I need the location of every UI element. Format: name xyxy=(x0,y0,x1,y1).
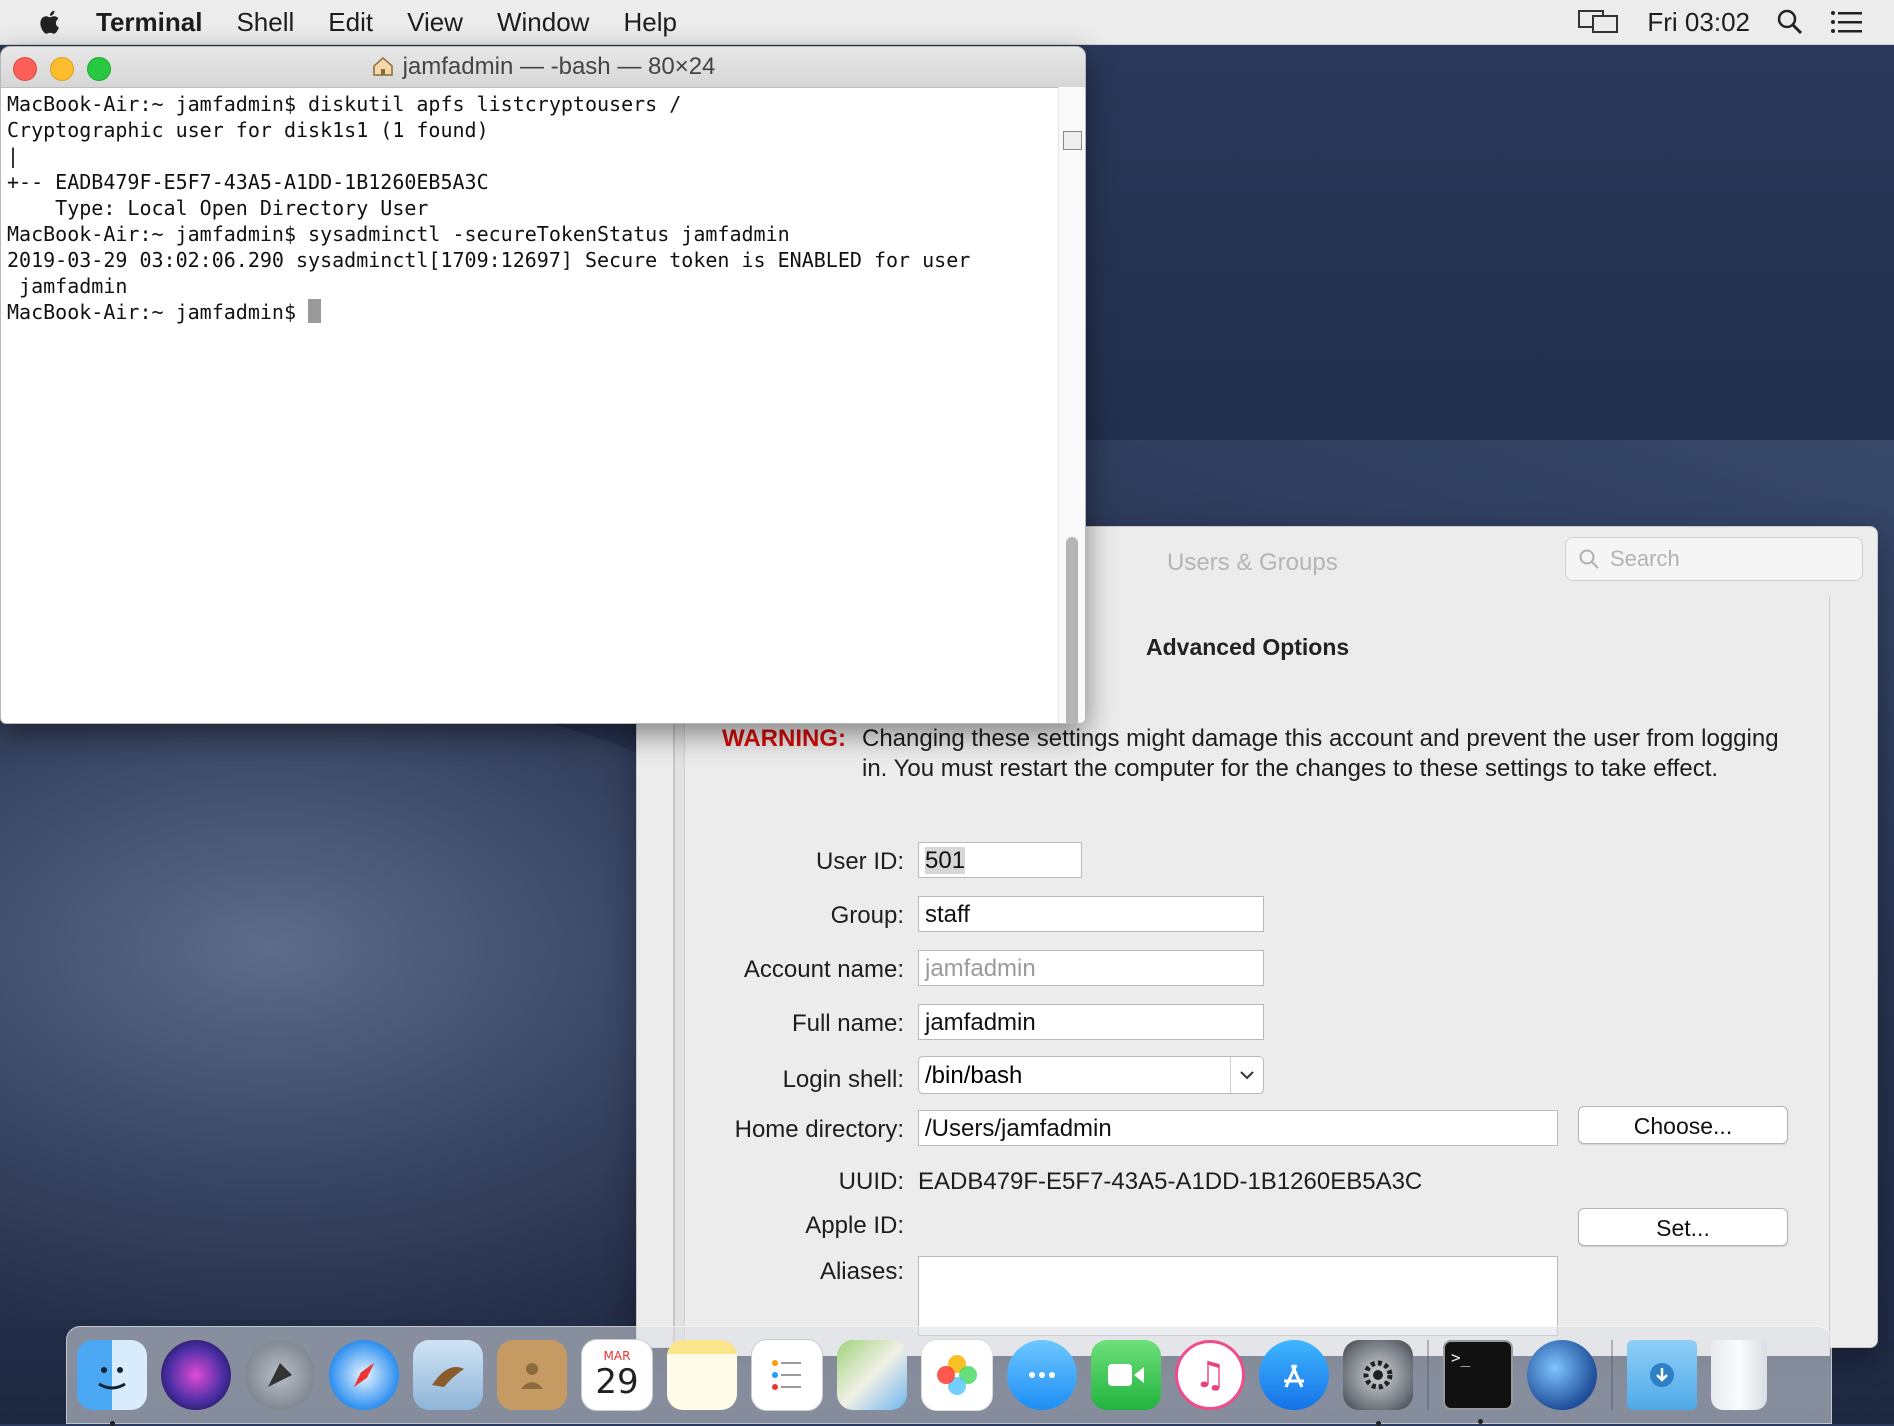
terminal-line: 2019-03-29 03:02:06.290 sysadminctl[1709… xyxy=(7,248,971,272)
full-name-label: Full name: xyxy=(791,1010,904,1037)
search-icon xyxy=(1579,549,1599,569)
trash-icon[interactable] xyxy=(1711,1340,1767,1410)
menu-help[interactable]: Help xyxy=(623,7,676,38)
calendar-month: MAR xyxy=(603,1349,631,1363)
aliases-list[interactable] xyxy=(918,1256,1558,1336)
dock-separator xyxy=(1427,1340,1429,1410)
home-directory-label: Home directory: xyxy=(734,1116,904,1143)
spotlight-search-icon[interactable] xyxy=(1776,8,1804,36)
display-mirror-icon[interactable] xyxy=(1577,8,1621,36)
dock: MAR 29 ♫ >_ xyxy=(66,1326,1832,1426)
calendar-icon[interactable]: MAR 29 xyxy=(581,1339,653,1411)
search-field[interactable]: Search xyxy=(1565,537,1863,581)
menu-window[interactable]: Window xyxy=(497,7,589,38)
group-field[interactable]: staff xyxy=(918,896,1264,932)
login-shell-select[interactable]: /bin/bash xyxy=(918,1056,1264,1094)
system-preferences-icon[interactable] xyxy=(1343,1340,1413,1426)
chevron-down-icon xyxy=(1230,1057,1263,1093)
downloads-folder-icon[interactable] xyxy=(1627,1340,1697,1410)
login-shell-value: /bin/bash xyxy=(925,1062,1023,1089)
user-id-label: User ID: xyxy=(815,848,904,875)
warning-text: Changing these settings might damage thi… xyxy=(862,725,1779,782)
terminal-line: +-- EADB479F-E5F7-43A5-A1DD-1B1260EB5A3C xyxy=(7,170,489,194)
menu-shell[interactable]: Shell xyxy=(236,7,294,38)
terminal-line: | xyxy=(7,144,20,168)
account-name-field[interactable]: jamfadmin xyxy=(918,950,1264,986)
terminal-prompt-line: MacBook-Air:~ jamfadmin$ xyxy=(7,299,1055,325)
menu-terminal[interactable]: Terminal xyxy=(96,7,202,38)
terminal-line: MacBook-Air:~ jamfadmin$ diskutil apfs l… xyxy=(7,92,682,116)
search-placeholder: Search xyxy=(1610,546,1680,571)
menu-bar: Terminal Shell Edit View Window Help Fri… xyxy=(0,0,1894,45)
text-cursor xyxy=(308,299,322,323)
uuid-value: EADB479F-E5F7-43A5-A1DD-1B1260EB5A3C xyxy=(918,1168,1423,1195)
user-id-field[interactable]: 501 xyxy=(918,842,1082,878)
messages-icon[interactable] xyxy=(1007,1340,1077,1410)
home-folder-icon xyxy=(372,56,393,76)
maps-icon[interactable] xyxy=(837,1340,907,1410)
terminal-title: jamfadmin — -bash — 80×24 xyxy=(1,53,1085,81)
contacts-icon[interactable] xyxy=(497,1340,567,1410)
siri-icon[interactable] xyxy=(161,1340,231,1410)
choose-button[interactable]: Choose... xyxy=(1578,1106,1788,1144)
apple-icon[interactable] xyxy=(36,7,66,37)
terminal-output[interactable]: MacBook-Air:~ jamfadmin$ diskutil apfs l… xyxy=(7,91,1055,723)
itunes-icon[interactable]: ♫ xyxy=(1175,1340,1245,1410)
terminal-glyph: >_ xyxy=(1451,1348,1471,1367)
window-title: Users & Groups xyxy=(1167,549,1338,576)
warning-label: WARNING: xyxy=(722,725,846,752)
set-apple-id-button[interactable]: Set... xyxy=(1578,1208,1788,1246)
full-name-field[interactable]: jamfadmin xyxy=(918,1004,1264,1040)
terminal-title-text: jamfadmin — -bash — 80×24 xyxy=(402,53,716,80)
group-label: Group: xyxy=(830,902,904,929)
dock-separator xyxy=(1611,1340,1613,1410)
mail-icon[interactable] xyxy=(413,1340,483,1410)
account-name-label: Account name: xyxy=(743,956,904,983)
terminal-prompt: MacBook-Air:~ jamfadmin$ xyxy=(7,300,309,324)
finder-icon[interactable] xyxy=(77,1340,147,1426)
notification-center-icon[interactable] xyxy=(1830,9,1864,35)
notes-icon[interactable] xyxy=(667,1340,737,1410)
split-pane-icon[interactable] xyxy=(1063,131,1082,150)
running-indicator xyxy=(1478,1419,1483,1424)
menu-clock[interactable]: Fri 03:02 xyxy=(1647,7,1750,38)
aliases-label: Aliases: xyxy=(819,1258,904,1285)
terminal-line: jamfadmin xyxy=(7,274,128,298)
safari-icon[interactable] xyxy=(329,1340,399,1410)
photos-icon[interactable] xyxy=(921,1339,993,1411)
facetime-icon[interactable] xyxy=(1091,1340,1161,1410)
app-store-icon[interactable] xyxy=(1259,1340,1329,1410)
terminal-scrollbar[interactable] xyxy=(1058,87,1085,723)
terminal-window: jamfadmin — -bash — 80×24 MacBook-Air:~ … xyxy=(0,46,1086,724)
network-utility-icon[interactable] xyxy=(1527,1340,1597,1410)
launchpad-icon[interactable] xyxy=(245,1340,315,1410)
apple-id-label: Apple ID: xyxy=(805,1212,904,1239)
uuid-label: UUID: xyxy=(838,1168,904,1195)
reminders-icon[interactable] xyxy=(751,1339,823,1411)
terminal-line: MacBook-Air:~ jamfadmin$ sysadminctl -se… xyxy=(7,222,790,246)
login-shell-label: Login shell: xyxy=(782,1066,904,1093)
terminal-icon[interactable]: >_ xyxy=(1443,1340,1513,1424)
sheet-title: Advanced Options xyxy=(1146,634,1350,660)
terminal-titlebar[interactable]: jamfadmin — -bash — 80×24 xyxy=(1,47,1085,88)
calendar-day: 29 xyxy=(595,1362,639,1402)
scrollbar-thumb[interactable] xyxy=(1066,537,1078,723)
home-directory-field[interactable]: /Users/jamfadmin xyxy=(918,1110,1558,1146)
menu-view[interactable]: View xyxy=(407,7,463,38)
terminal-line: Type: Local Open Directory User xyxy=(7,196,429,220)
terminal-line: Cryptographic user for disk1s1 (1 found) xyxy=(7,118,489,142)
menu-edit[interactable]: Edit xyxy=(328,7,373,38)
user-id-value: 501 xyxy=(925,847,966,874)
